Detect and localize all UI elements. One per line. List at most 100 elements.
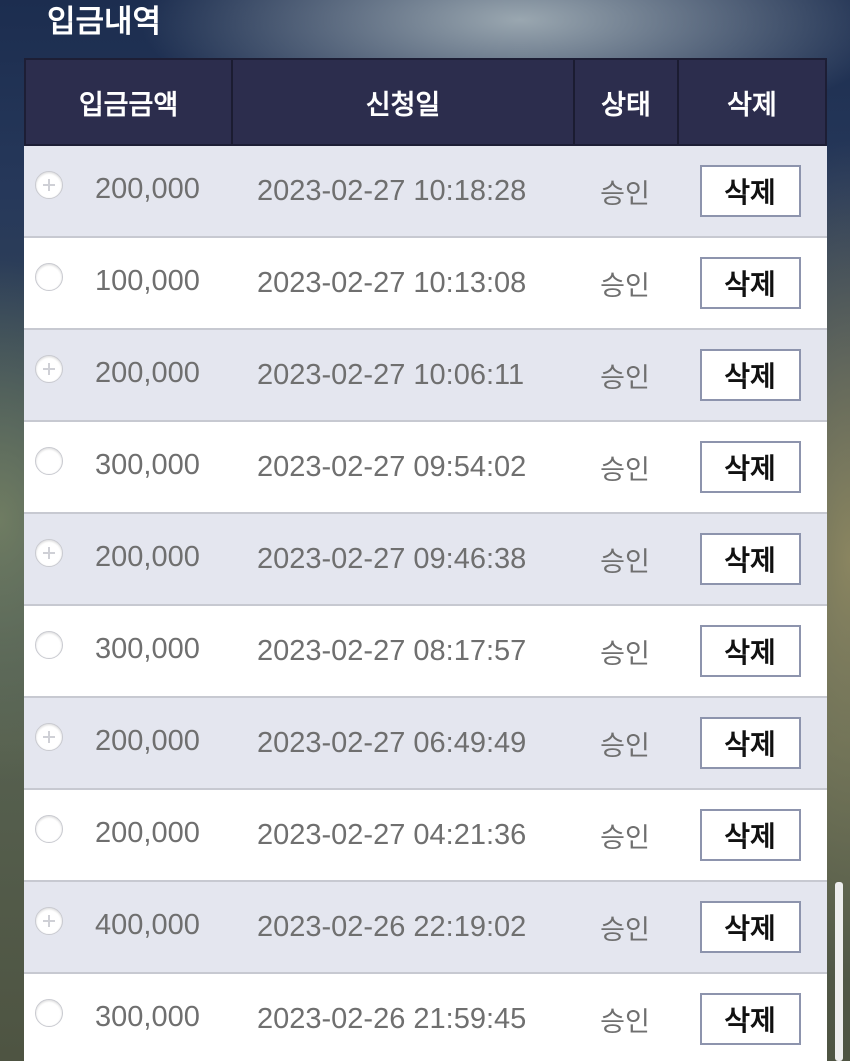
amount-value: 300,000 [95, 1001, 200, 1033]
amount-value: 100,000 [95, 265, 200, 297]
status-value: 승인 [600, 454, 650, 486]
amount-value: 300,000 [95, 449, 200, 481]
delete-button[interactable]: 삭제 [699, 533, 801, 585]
delete-cell: 삭제 [677, 330, 823, 420]
table-row: 200,000 2023-02-27 09:46:38 승인 삭제 [24, 514, 827, 606]
radio-circle-icon[interactable] [35, 631, 63, 659]
radio-circle-icon[interactable] [35, 263, 63, 291]
date-value: 2023-02-27 06:49:49 [257, 726, 527, 759]
table-row: 200,000 2023-02-27 04:21:36 승인 삭제 [24, 790, 827, 882]
amount-cell: 300,000 [24, 422, 231, 512]
header-delete: 삭제 [727, 89, 777, 121]
plus-circle-icon[interactable] [35, 171, 63, 199]
date-value: 2023-02-27 10:18:28 [257, 174, 527, 207]
delete-button[interactable]: 삭제 [699, 901, 801, 953]
table-row: 300,000 2023-02-27 09:54:02 승인 삭제 [24, 422, 827, 514]
status-value: 승인 [600, 270, 650, 302]
radio-circle-icon[interactable] [35, 447, 63, 475]
status-cell: 승인 [573, 882, 677, 972]
page-title: 입금내역 [47, 4, 162, 40]
delete-button[interactable]: 삭제 [699, 809, 801, 861]
plus-circle-icon[interactable] [35, 907, 63, 935]
date-value: 2023-02-27 10:13:08 [257, 266, 527, 299]
status-cell: 승인 [573, 330, 677, 420]
delete-cell: 삭제 [677, 146, 823, 236]
status-value: 승인 [600, 822, 650, 854]
status-cell: 승인 [573, 974, 677, 1061]
delete-button[interactable]: 삭제 [699, 441, 801, 493]
status-cell: 승인 [573, 238, 677, 328]
delete-cell: 삭제 [677, 698, 823, 788]
header-status: 상태 [575, 60, 679, 144]
delete-button[interactable]: 삭제 [699, 257, 801, 309]
status-cell: 승인 [573, 606, 677, 696]
status-value: 승인 [600, 362, 650, 394]
radio-circle-icon[interactable] [35, 815, 63, 843]
table-row: 100,000 2023-02-27 10:13:08 승인 삭제 [24, 238, 827, 330]
date-value: 2023-02-27 09:46:38 [257, 542, 527, 575]
delete-cell: 삭제 [677, 974, 823, 1061]
status-cell: 승인 [573, 146, 677, 236]
amount-value: 200,000 [95, 725, 200, 757]
table-row: 200,000 2023-02-27 06:49:49 승인 삭제 [24, 698, 827, 790]
status-value: 승인 [600, 1006, 650, 1038]
date-value: 2023-02-27 08:17:57 [257, 634, 527, 667]
delete-cell: 삭제 [677, 882, 823, 972]
date-value: 2023-02-27 04:21:36 [257, 818, 527, 851]
amount-cell: 300,000 [24, 606, 231, 696]
date-cell: 2023-02-27 06:49:49 [231, 698, 573, 788]
status-value: 승인 [600, 730, 650, 762]
date-cell: 2023-02-27 04:21:36 [231, 790, 573, 880]
delete-button[interactable]: 삭제 [699, 625, 801, 677]
table-row: 300,000 2023-02-26 21:59:45 승인 삭제 [24, 974, 827, 1061]
date-value: 2023-02-27 09:54:02 [257, 450, 527, 483]
status-value: 승인 [600, 914, 650, 946]
delete-button[interactable]: 삭제 [699, 717, 801, 769]
amount-cell: 400,000 [24, 882, 231, 972]
delete-cell: 삭제 [677, 790, 823, 880]
date-cell: 2023-02-27 10:06:11 [231, 330, 573, 420]
delete-cell: 삭제 [677, 606, 823, 696]
plus-circle-icon[interactable] [35, 355, 63, 383]
status-cell: 승인 [573, 790, 677, 880]
date-cell: 2023-02-27 08:17:57 [231, 606, 573, 696]
date-cell: 2023-02-27 10:18:28 [231, 146, 573, 236]
scrollbar[interactable] [835, 882, 843, 1061]
delete-cell: 삭제 [677, 238, 823, 328]
amount-value: 200,000 [95, 817, 200, 849]
delete-cell: 삭제 [677, 422, 823, 512]
amount-value: 200,000 [95, 541, 200, 573]
table-row: 300,000 2023-02-27 08:17:57 승인 삭제 [24, 606, 827, 698]
delete-button[interactable]: 삭제 [699, 165, 801, 217]
date-value: 2023-02-26 22:19:02 [257, 910, 527, 943]
amount-cell: 100,000 [24, 238, 231, 328]
amount-value: 400,000 [95, 909, 200, 941]
amount-cell: 200,000 [24, 790, 231, 880]
amount-cell: 200,000 [24, 514, 231, 604]
radio-circle-icon[interactable] [35, 999, 63, 1027]
delete-button[interactable]: 삭제 [699, 349, 801, 401]
date-cell: 2023-02-27 10:13:08 [231, 238, 573, 328]
amount-value: 200,000 [95, 357, 200, 389]
plus-circle-icon[interactable] [35, 723, 63, 751]
table-body: 200,000 2023-02-27 10:18:28 승인 삭제 100,000 202… [24, 146, 827, 1061]
table-row: 400,000 2023-02-26 22:19:02 승인 삭제 [24, 882, 827, 974]
date-value: 2023-02-27 10:06:11 [257, 358, 525, 391]
status-value: 승인 [600, 178, 650, 210]
header-amount: 입금금액 [26, 60, 233, 144]
amount-cell: 300,000 [24, 974, 231, 1061]
status-cell: 승인 [573, 514, 677, 604]
date-cell: 2023-02-27 09:46:38 [231, 514, 573, 604]
plus-circle-icon[interactable] [35, 539, 63, 567]
amount-cell: 200,000 [24, 330, 231, 420]
status-cell: 승인 [573, 422, 677, 512]
date-value: 2023-02-26 21:59:45 [257, 1002, 527, 1035]
amount-value: 200,000 [95, 173, 200, 205]
delete-button[interactable]: 삭제 [699, 993, 801, 1045]
status-cell: 승인 [573, 698, 677, 788]
amount-cell: 200,000 [24, 698, 231, 788]
amount-cell: 200,000 [24, 146, 231, 236]
deposit-history-table: 입금금액 신청일 상태 삭제 200,000 2023-02-27 10:18:2… [24, 58, 827, 1061]
date-cell: 2023-02-26 22:19:02 [231, 882, 573, 972]
date-cell: 2023-02-26 21:59:45 [231, 974, 573, 1061]
